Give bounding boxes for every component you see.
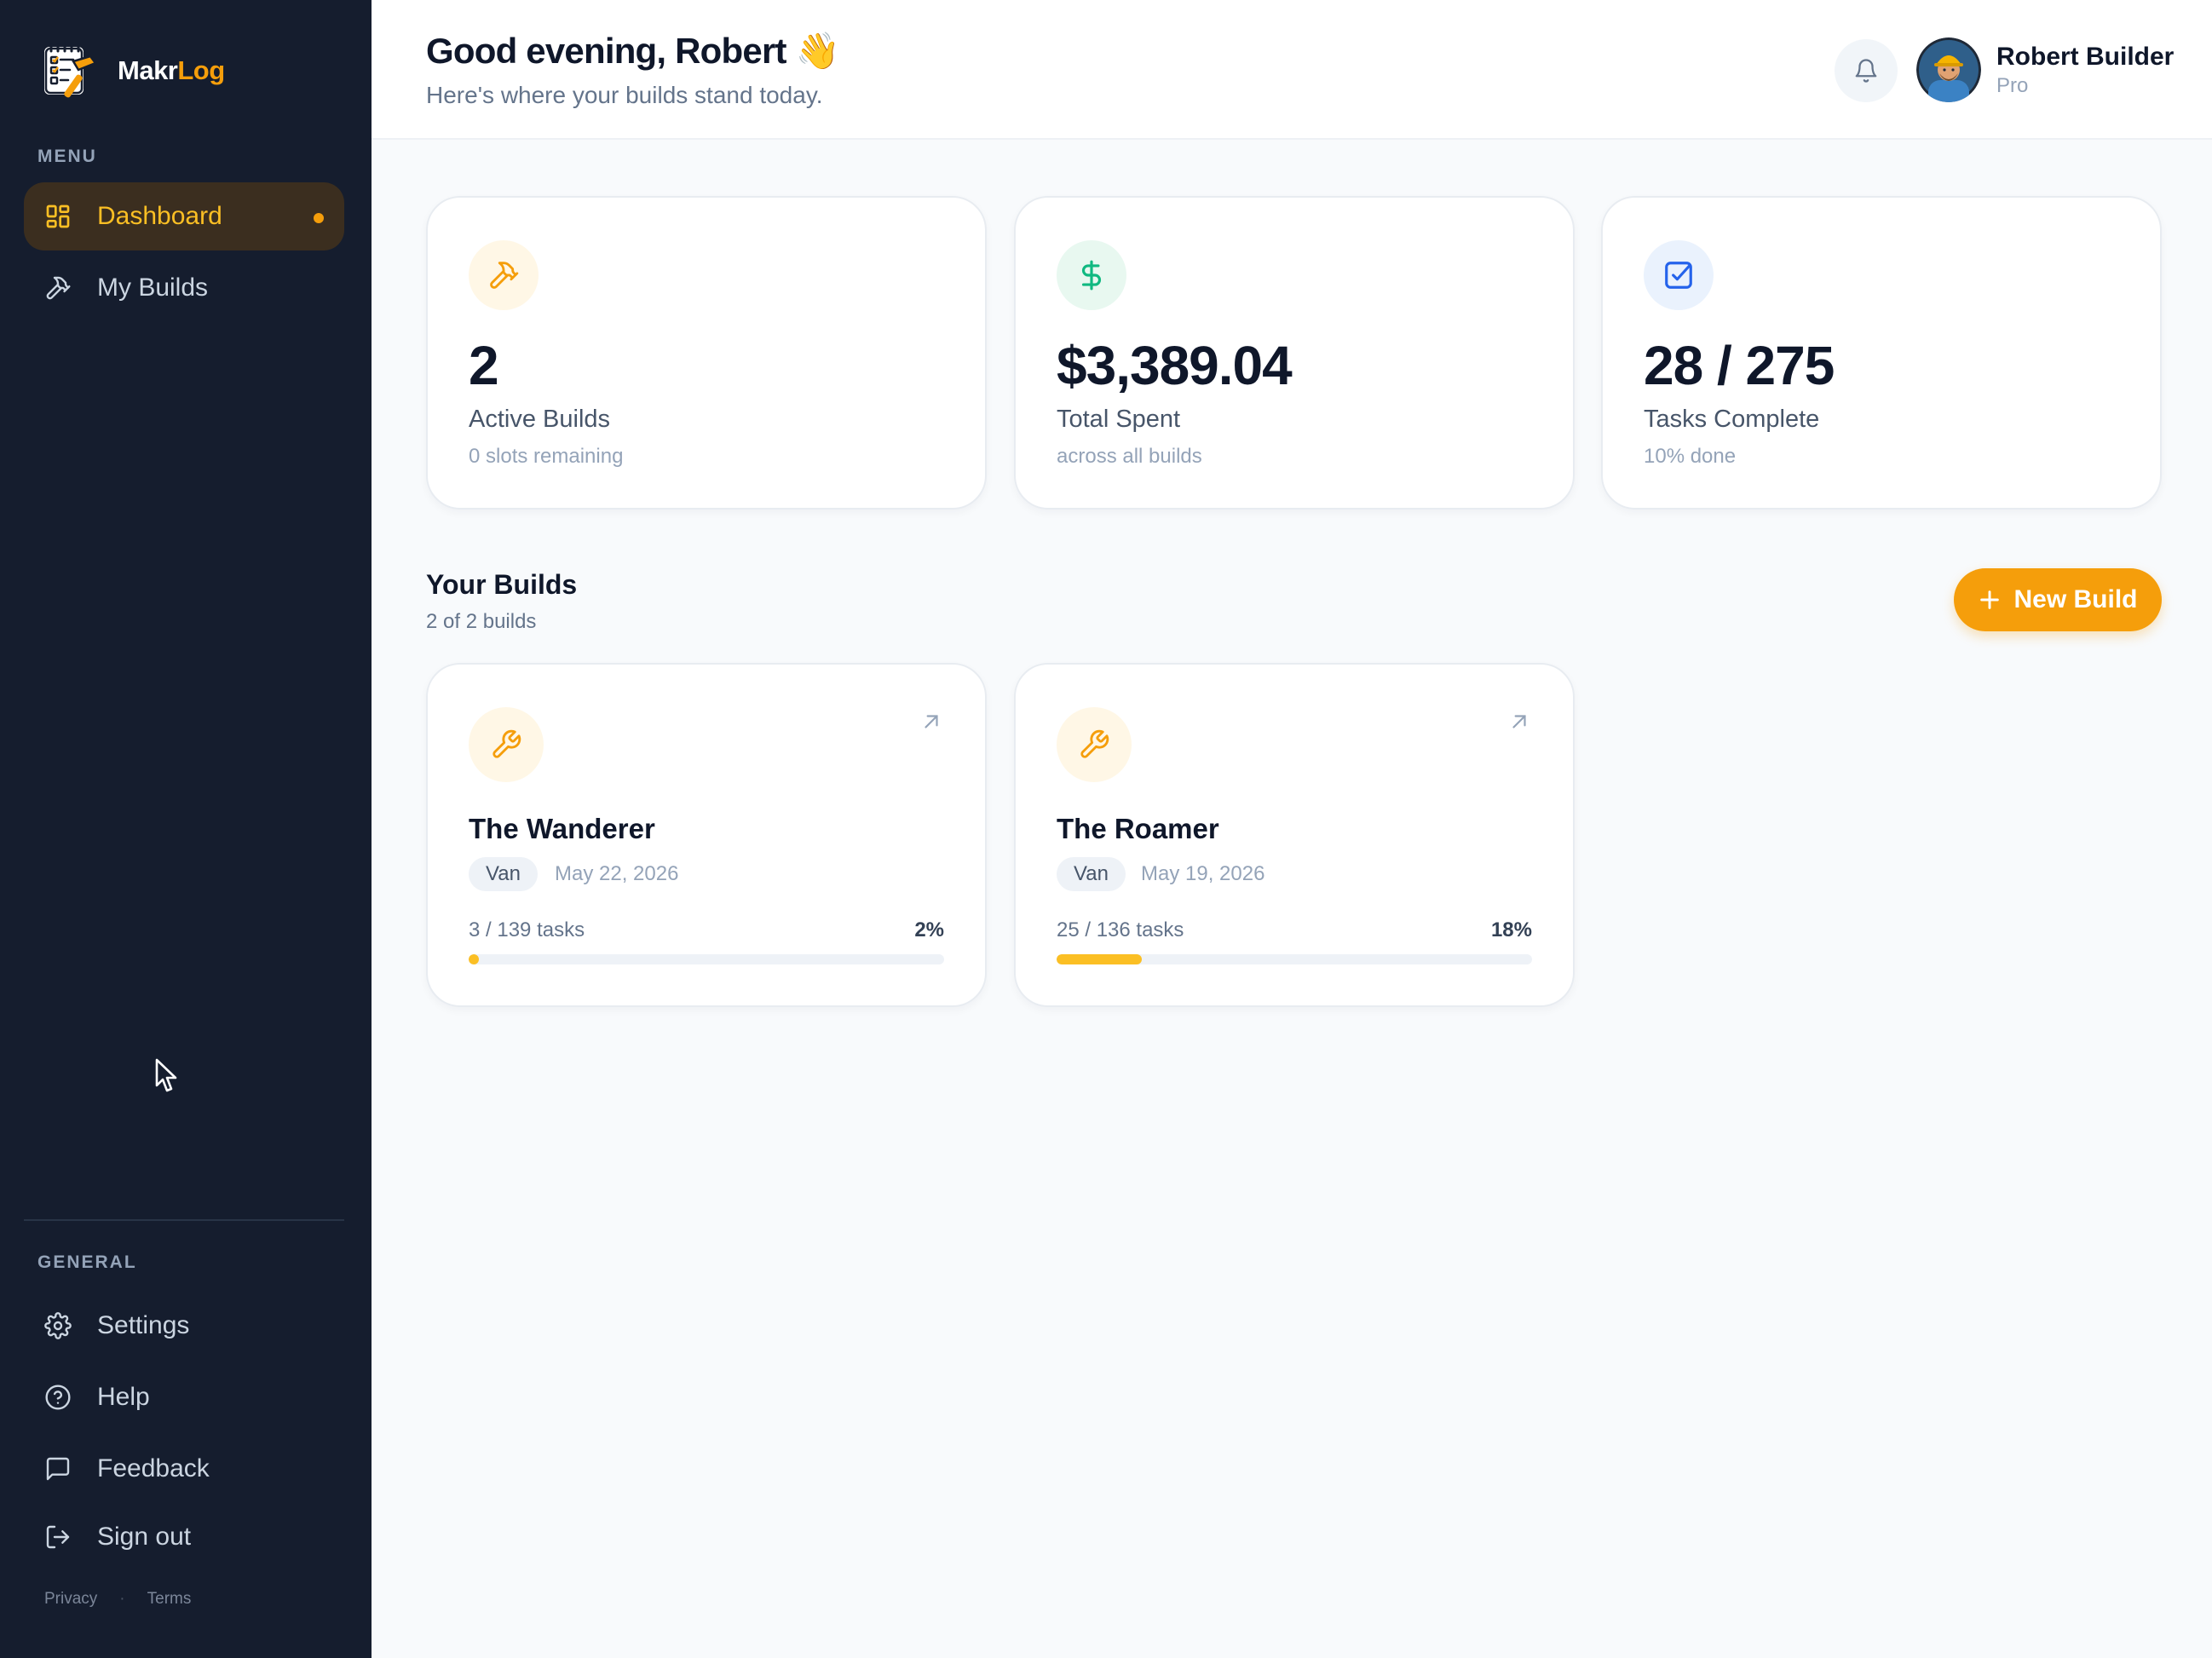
nav-item-label: My Builds — [97, 273, 209, 302]
plus-icon — [1980, 590, 2000, 609]
build-date: May 19, 2026 — [1141, 862, 1265, 885]
nav-item-settings[interactable]: Settings — [24, 1292, 344, 1360]
nav-item-feedback[interactable]: Feedback — [24, 1435, 344, 1503]
build-card-the-wanderer[interactable]: The Wanderer Van May 22, 2026 3 / 139 ta… — [426, 663, 987, 1007]
stat-card-tasks-complete: 28 / 275 Tasks Complete 10% done — [1601, 196, 2162, 509]
gear-icon — [44, 1312, 72, 1339]
active-indicator-dot — [314, 213, 324, 223]
bell-icon — [1855, 59, 1877, 83]
stat-label: Total Spent — [1057, 406, 1181, 433]
build-task-count: 25 / 136 tasks — [1057, 918, 1184, 941]
nav-item-label: Help — [97, 1383, 150, 1411]
build-task-count: 3 / 139 tasks — [469, 918, 585, 941]
user-plan: Pro — [1996, 74, 2029, 97]
message-square-icon — [46, 1457, 70, 1481]
brand-name: MakrLog — [118, 55, 225, 85]
wrench-icon — [493, 729, 521, 758]
stat-label: Tasks Complete — [1644, 406, 1820, 433]
nav-item-label: Feedback — [97, 1454, 210, 1482]
notifications-button[interactable] — [1835, 39, 1898, 102]
build-progress-fill — [469, 954, 479, 964]
stat-sublabel: 10% done — [1644, 445, 1737, 468]
nav-item-dashboard[interactable]: Dashboard — [24, 182, 344, 250]
terms-link[interactable]: Terms — [147, 1590, 192, 1609]
stat-icon-tile — [1057, 240, 1126, 310]
nav-item-sign-out[interactable]: Sign out — [24, 1503, 344, 1571]
sidebar-divider — [24, 1219, 344, 1221]
build-progress-bar — [469, 954, 944, 964]
top-header: Good evening, Robert 👋 Here's where your… — [372, 0, 2212, 140]
build-progress-fill — [1057, 954, 1143, 964]
user-name: Robert Builder — [1996, 43, 2175, 71]
nav-item-help[interactable]: Help — [24, 1363, 344, 1431]
stat-icon-tile — [1644, 240, 1714, 310]
sign-out-icon — [46, 1525, 70, 1549]
dollar-icon — [1081, 260, 1101, 291]
nav-item-label: Sign out — [97, 1523, 192, 1551]
legal-links: Privacy · Terms — [44, 1590, 191, 1609]
arrow-up-right-icon[interactable] — [920, 711, 942, 733]
hammer-icon — [46, 276, 71, 300]
new-build-button[interactable]: New Build — [1954, 568, 2162, 631]
builds-section-title: Your Builds — [426, 569, 578, 600]
stat-icon-tile — [469, 240, 539, 310]
stat-sublabel: 0 slots remaining — [469, 445, 624, 468]
wrench-icon — [1080, 729, 1109, 758]
nav-item-label: Dashboard — [97, 202, 222, 230]
builds-count: 2 of 2 builds — [426, 610, 537, 633]
build-type-badge: Van — [469, 857, 538, 891]
new-build-label: New Build — [2013, 585, 2138, 613]
build-progress-percent: 2% — [914, 918, 944, 941]
greeting-subtitle: Here's where your builds stand today. — [426, 82, 823, 108]
general-section-label: GENERAL — [37, 1252, 137, 1272]
legal-separator: · — [119, 1590, 125, 1608]
build-progress-percent: 18% — [1490, 918, 1532, 941]
help-circle-icon — [45, 1385, 71, 1410]
user-avatar[interactable] — [1916, 37, 1981, 102]
check-square-icon — [1665, 262, 1692, 289]
mouse-cursor-icon — [155, 1058, 177, 1092]
build-icon-tile — [469, 707, 544, 782]
stat-card-total-spent: $3,389.04 Total Spent across all builds — [1014, 196, 1575, 509]
brand[interactable]: MakrLog — [36, 39, 225, 102]
nav-item-my-builds[interactable]: My Builds — [24, 254, 344, 322]
makrlog-logo-icon — [44, 43, 97, 98]
nav-item-label: Settings — [97, 1311, 190, 1339]
sidebar: MakrLog MENU Dashboard My Builds GENERAL… — [0, 0, 372, 1658]
build-date: May 22, 2026 — [555, 862, 679, 885]
hammer-icon — [490, 262, 519, 289]
dashboard-grid-icon — [46, 204, 70, 228]
stat-value: 28 / 275 — [1644, 335, 1835, 396]
build-icon-tile — [1057, 707, 1132, 782]
greeting-title: Good evening, Robert 👋 — [426, 31, 840, 71]
privacy-link[interactable]: Privacy — [44, 1590, 97, 1609]
stat-card-active-builds: 2 Active Builds 0 slots remaining — [426, 196, 987, 509]
stat-label: Active Builds — [469, 406, 611, 433]
stat-sublabel: across all builds — [1057, 445, 1202, 468]
menu-section-label: MENU — [37, 147, 97, 166]
build-type-badge: Van — [1057, 857, 1126, 891]
build-name: The Roamer — [1057, 813, 1219, 844]
stat-value: $3,389.04 — [1057, 335, 1293, 396]
stat-value: 2 — [469, 335, 499, 396]
arrow-up-right-icon[interactable] — [1508, 711, 1530, 733]
build-progress-bar — [1057, 954, 1532, 964]
build-name: The Wanderer — [469, 813, 655, 844]
build-card-the-roamer[interactable]: The Roamer Van May 19, 2026 25 / 136 tas… — [1014, 663, 1575, 1007]
